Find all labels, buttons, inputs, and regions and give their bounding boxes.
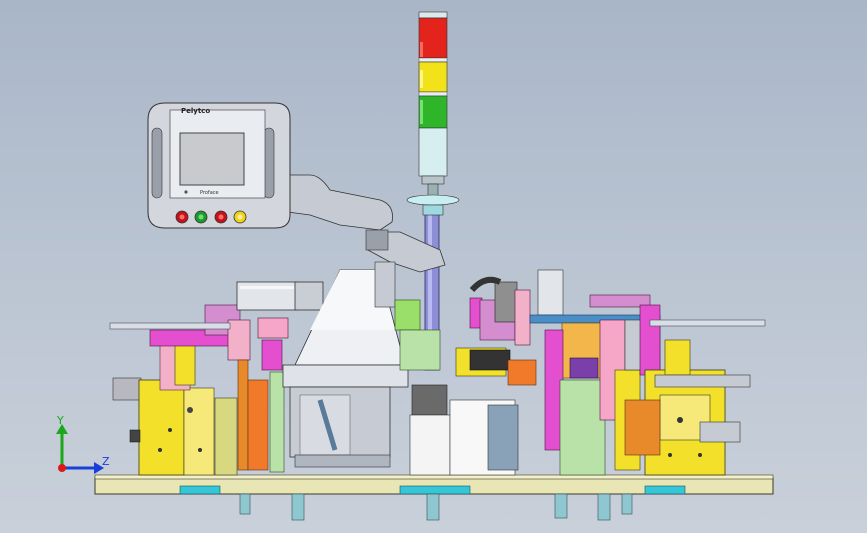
hmi-panel: Pelytco Proface xyxy=(147,102,291,229)
left-servo-motor xyxy=(236,281,324,311)
base-plate xyxy=(94,474,774,495)
hmi-brand-label: Pelytco xyxy=(181,107,210,115)
y-axis-label: Y xyxy=(56,414,64,427)
coordinate-triad: Y Z xyxy=(56,414,110,474)
signal-light-yellow xyxy=(418,61,448,93)
machine-assembly-drawing: Pelytco Proface Y Z xyxy=(56,11,774,521)
z-axis-label: Z xyxy=(102,455,110,468)
signal-light-red xyxy=(418,17,448,59)
signal-tower xyxy=(406,11,460,216)
hmi-model-label: Proface xyxy=(200,190,219,196)
hmi-screen[interactable] xyxy=(179,132,245,186)
left-module xyxy=(109,304,289,476)
cad-viewport[interactable]: Pelytco Proface Y Z xyxy=(0,0,867,533)
signal-light-green xyxy=(418,95,448,129)
right-station xyxy=(529,269,766,476)
base-feet xyxy=(239,493,633,521)
